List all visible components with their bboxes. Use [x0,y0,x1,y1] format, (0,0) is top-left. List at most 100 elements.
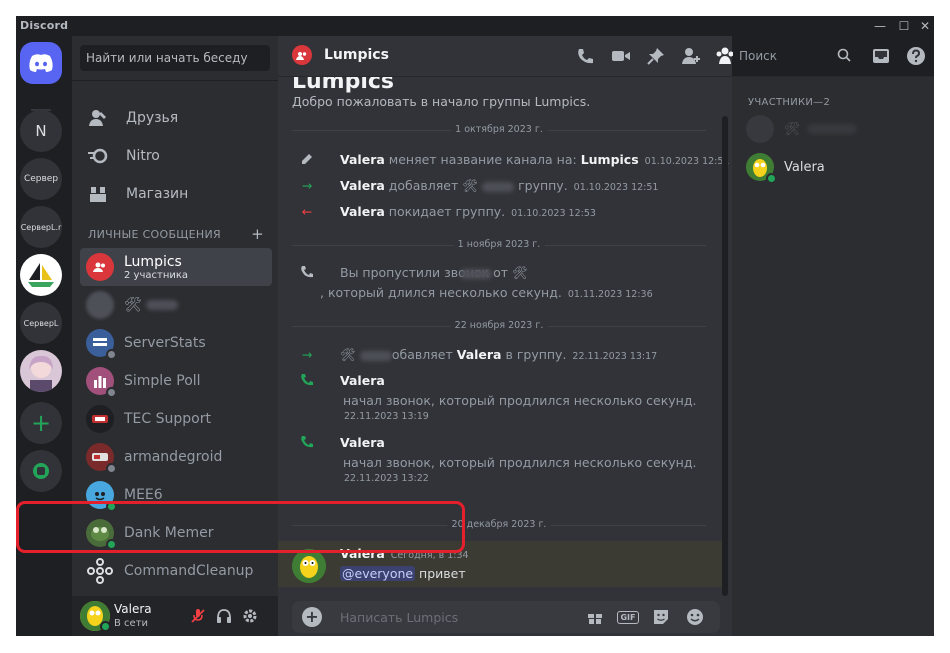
dm-name: TEC Support [124,411,211,427]
event-author[interactable]: Valera [340,152,385,167]
member-list: УЧАСТНИКИ—2 🛠 Valera [732,77,934,636]
event-timestamp: 01.11.2023 12:36 [567,289,653,300]
tecsupport-avatar [86,405,114,433]
create-dm-icon[interactable]: + [251,225,264,243]
scrollbar-thumb[interactable] [722,116,728,596]
video-icon[interactable] [610,45,632,67]
dm-item-lumpics[interactable]: Lumpics 2 участника [80,248,272,286]
event-text: покидает группу. [384,204,506,219]
help-icon[interactable] [905,45,927,67]
mic-muted-icon[interactable] [186,604,210,628]
server-boat[interactable] [20,254,62,296]
search-input[interactable]: Поиск [733,45,857,67]
server-anime[interactable] [20,350,62,392]
add-member-icon[interactable] [680,45,702,67]
everyone-mention[interactable]: @everyone [340,566,416,581]
event-timestamp: 01.10.2023 12:51 [573,182,659,193]
dm-item-simplepoll[interactable]: Simple Poll [80,362,272,400]
date-divider: 22 ноября 2023 г. [292,320,706,332]
user-panel: Valera В сети [72,596,278,636]
status-online-icon [766,173,777,184]
event-author[interactable]: Valera [340,204,385,219]
member-avatar [746,153,777,184]
member-item[interactable]: Valera [740,149,926,185]
close-icon[interactable]: ✕ [912,18,934,34]
avatar [86,291,114,319]
armandegroid-avatar [86,443,117,474]
chat-header: Lumpics Поиск [278,36,934,76]
gif-icon[interactable]: GIF [617,607,639,627]
sticker-icon[interactable] [650,607,672,627]
server-n[interactable]: N [20,110,62,152]
status-offline-icon [106,387,117,398]
event-text: обавляет [391,347,457,362]
event-channel-name: Lumpics [580,152,639,167]
discord-logo-icon [29,54,53,72]
dm-name: ServerStats [124,335,206,351]
status-online-icon [100,621,111,632]
server-serverlr[interactable]: СерверL.r [20,206,62,248]
commandcleanup-avatar [86,557,114,585]
channel-name: Lumpics [324,47,389,63]
event-timestamp: 22.11.2023 13:22 [344,473,429,484]
dm-name: 🛠 [124,297,142,313]
discover-button[interactable] [20,450,62,492]
dm-item-tools[interactable]: 🛠 [80,286,272,324]
event-text: 🛠 [340,347,356,362]
shop-icon [82,178,114,210]
system-message: Вы пропустили звонок от 🛠 , который длил… [298,265,718,305]
group-icon [86,253,114,281]
attach-plus-icon[interactable]: + [302,607,322,627]
settings-gear-icon[interactable] [238,604,262,628]
gift-icon[interactable] [584,607,606,627]
event-author[interactable]: Valera [340,373,385,388]
server-server[interactable]: Сервер [20,158,62,200]
event-author[interactable]: Valera [340,178,385,193]
call-icon[interactable] [574,45,596,67]
call-message: Valera начал звонок, который продлился н… [298,373,718,431]
pin-icon[interactable] [645,45,667,67]
date-label: 1 октября 2023 г. [451,124,547,135]
event-text: Вы пропустили звонок от 🛠 [340,265,528,280]
nav-shop[interactable]: Магазин [80,176,272,212]
nitro-icon [82,140,114,172]
serverstats-avatar [86,329,117,360]
dm-item-armandegroid[interactable]: armandegroid [80,438,272,476]
sailboat-icon [28,263,54,287]
sidebar-divider [72,80,278,81]
dm-item-commandcleanup[interactable]: CommandCleanup [80,552,272,590]
pencil-icon [298,152,316,169]
message-text: привет [415,566,466,581]
minimize-icon[interactable]: — [867,18,893,34]
blurred-name [359,350,392,361]
event-timestamp: 22.11.2023 13:17 [572,351,658,362]
event-timestamp: 01.10.2023 12:53 [511,208,596,219]
message-avatar[interactable] [292,549,326,583]
blurred-name [482,181,515,192]
nav-friends[interactable]: Друзья [80,100,272,136]
dm-name: armandegroid [124,449,223,465]
arrow-right-icon: → [301,178,313,193]
dm-subtitle: 2 участника [124,269,189,281]
member-list-header: УЧАСТНИКИ—2 [748,97,831,108]
user-name: Valera [114,602,152,616]
welcome-title: Lumpics [292,77,395,94]
dm-item-tecsupport[interactable]: TEC Support [80,400,272,438]
blurred-name [806,124,857,134]
server-serverl[interactable]: СерверL [20,302,62,344]
nav-label: Nitro [126,148,160,164]
nav-label: Магазин [126,186,189,202]
member-item[interactable]: 🛠 [740,111,926,147]
home-button[interactable] [20,42,62,84]
dm-item-serverstats[interactable]: ServerStats [80,324,272,362]
event-author[interactable]: Valera [457,347,502,362]
find-conversation-button[interactable]: Найти или начать беседу [80,45,270,71]
status-offline-icon [106,463,117,474]
message-input[interactable] [340,607,570,627]
emoji-icon[interactable] [684,607,706,627]
inbox-icon[interactable] [870,45,892,67]
headphones-icon[interactable] [212,604,236,628]
event-author[interactable]: Valera [340,435,385,450]
add-server-button[interactable]: + [20,402,62,444]
nav-nitro[interactable]: Nitro [80,138,272,174]
